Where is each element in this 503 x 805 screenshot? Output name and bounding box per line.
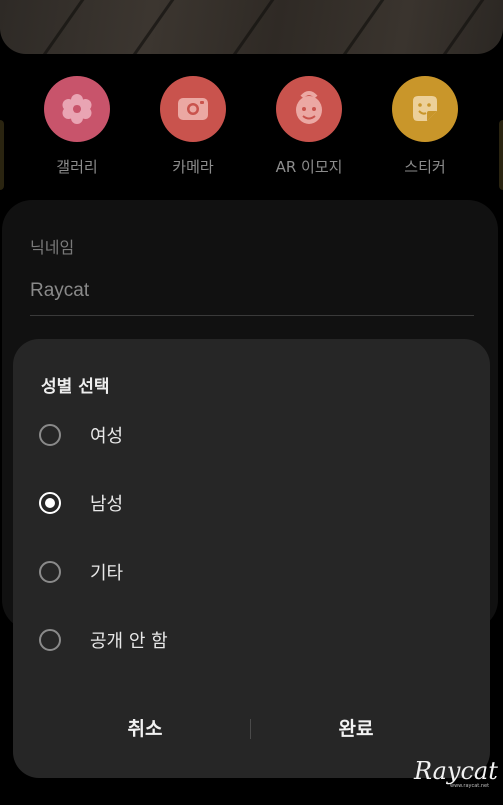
screen: 갤러리 카메라 AR 이모지 스티커 닉네임 Raycat 성별 선택 여성 남… <box>0 0 503 805</box>
watermark-url: www.raycat.net <box>450 783 490 789</box>
option-female[interactable]: 여성 <box>39 413 459 457</box>
camera-label: 카메라 <box>172 158 214 176</box>
dialog-title: 성별 선택 <box>41 377 110 397</box>
sticker-button[interactable]: 스티커 <box>370 76 480 177</box>
gallery-button[interactable]: 갤러리 <box>22 76 132 177</box>
nickname-label: 닉네임 <box>30 238 75 257</box>
camera-button[interactable]: 카메라 <box>138 76 248 177</box>
watermark-text: Raycat <box>414 757 498 785</box>
done-button[interactable]: 완료 <box>256 704 456 754</box>
option-label: 남성 <box>90 494 124 515</box>
sticker-icon <box>392 76 458 142</box>
gender-dialog: 성별 선택 여성 남성 기타 공개 안 함 취소 완료 <box>13 339 490 778</box>
option-male[interactable]: 남성 <box>39 481 459 525</box>
camera-icon <box>160 76 226 142</box>
radio-button-checked[interactable] <box>39 492 61 514</box>
watermark: Raycat www.raycat.net <box>410 755 498 795</box>
gallery-label: 갤러리 <box>56 158 98 176</box>
option-other[interactable]: 기타 <box>39 550 459 594</box>
radio-button[interactable] <box>39 629 61 651</box>
nickname-underline <box>30 315 474 316</box>
cancel-button[interactable]: 취소 <box>45 704 245 754</box>
ar-emoji-label: AR 이모지 <box>275 158 343 176</box>
gallery-icon <box>44 76 110 142</box>
quick-actions: 갤러리 카메라 AR 이모지 스티커 <box>0 76 503 186</box>
face-icon <box>276 76 342 142</box>
option-private[interactable]: 공개 안 함 <box>39 618 459 662</box>
ar-emoji-button[interactable]: AR 이모지 <box>254 76 364 177</box>
button-divider <box>250 719 251 739</box>
radio-button[interactable] <box>39 424 61 446</box>
edge-decoration <box>499 120 503 190</box>
option-label: 여성 <box>90 426 124 447</box>
dialog-buttons: 취소 완료 <box>13 704 490 754</box>
radio-button[interactable] <box>39 561 61 583</box>
edge-decoration <box>0 120 4 190</box>
sticker-label: 스티커 <box>404 158 446 176</box>
option-label: 공개 안 함 <box>90 631 168 652</box>
nickname-input[interactable]: Raycat <box>30 280 89 302</box>
profile-photo <box>0 0 503 54</box>
option-label: 기타 <box>90 563 124 584</box>
